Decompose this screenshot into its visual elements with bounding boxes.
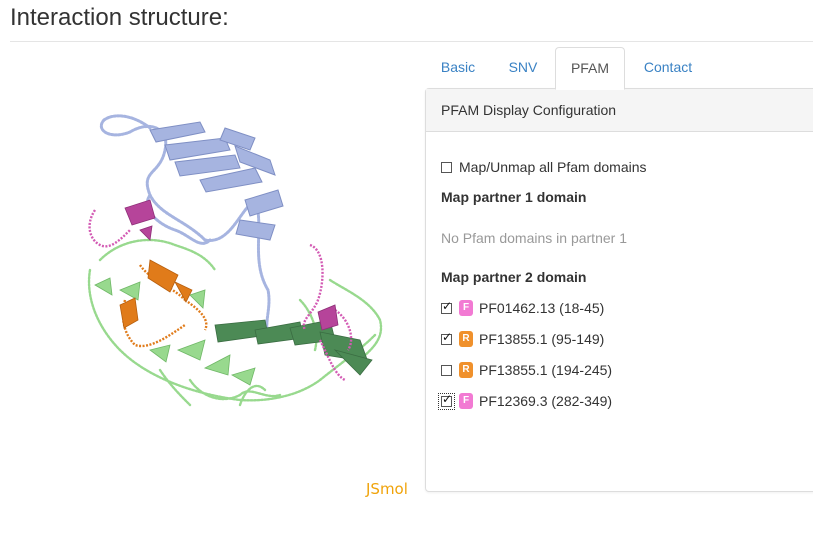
domain-label: PF13855.1 (194-245) bbox=[479, 362, 613, 378]
map-all-row[interactable]: Map/Unmap all Pfam domains bbox=[441, 159, 647, 175]
domain-label: PF13855.1 (95-149) bbox=[479, 331, 605, 347]
domain-checkbox[interactable] bbox=[438, 392, 455, 410]
pfam-config-panel: PFAM Display Configuration Map/Unmap all… bbox=[425, 88, 813, 492]
repeat-badge: R bbox=[459, 362, 473, 378]
family-badge: F bbox=[459, 300, 473, 316]
structure-tabs: Basic SNV PFAM Contact bbox=[425, 47, 813, 90]
tab-pfam[interactable]: PFAM bbox=[555, 47, 625, 90]
panel-title: PFAM Display Configuration bbox=[441, 102, 617, 118]
partner1-empty-message: No Pfam domains in partner 1 bbox=[441, 230, 627, 246]
tab-contact[interactable]: Contact bbox=[631, 47, 705, 88]
jsmol-logo: JSmol bbox=[366, 480, 408, 498]
family-badge: F bbox=[459, 393, 473, 409]
partner2-heading: Map partner 2 domain bbox=[441, 269, 586, 285]
domain-row[interactable]: R PF13855.1 (194-245) bbox=[441, 362, 612, 378]
tab-snv[interactable]: SNV bbox=[497, 47, 549, 88]
domain-checkbox[interactable] bbox=[441, 364, 452, 376]
map-all-label: Map/Unmap all Pfam domains bbox=[459, 159, 647, 175]
repeat-badge: R bbox=[459, 331, 473, 347]
domain-row[interactable]: F PF12369.3 (282-349) bbox=[438, 392, 613, 410]
page-title: Interaction structure: bbox=[10, 4, 229, 31]
partner1-heading: Map partner 1 domain bbox=[441, 189, 586, 205]
panel-heading: PFAM Display Configuration bbox=[426, 89, 813, 132]
partner1-empty-text: No Pfam domains in partner 1 bbox=[441, 230, 627, 246]
domain-checkbox[interactable] bbox=[441, 299, 452, 314]
jsmol-viewer[interactable]: JSmol bbox=[0, 50, 420, 510]
domain-row[interactable]: R PF13855.1 (95-149) bbox=[441, 330, 605, 347]
domain-label: PF01462.13 (18-45) bbox=[479, 300, 605, 316]
domain-checkbox[interactable] bbox=[441, 330, 452, 345]
domain-label: PF12369.3 (282-349) bbox=[479, 393, 613, 409]
protein-structure-render[interactable] bbox=[0, 50, 420, 510]
partner2-heading-text: Map partner 2 domain bbox=[441, 269, 587, 285]
domain-row[interactable]: F PF01462.13 (18-45) bbox=[441, 299, 605, 316]
tab-basic[interactable]: Basic bbox=[431, 47, 485, 88]
title-divider bbox=[10, 41, 813, 42]
map-all-checkbox[interactable] bbox=[441, 161, 452, 173]
partner1-heading-text: Map partner 1 domain bbox=[441, 189, 587, 205]
